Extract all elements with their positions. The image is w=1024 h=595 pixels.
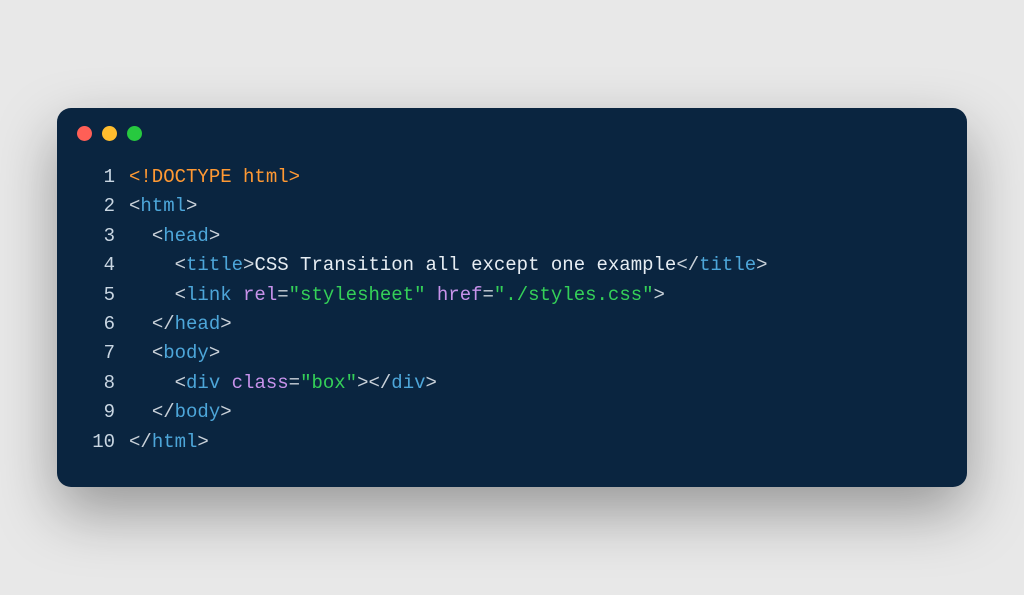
code-content[interactable]: <!DOCTYPE html> — [129, 163, 300, 192]
line-number: 6 — [79, 310, 115, 339]
token-attr: class — [232, 372, 289, 394]
token-punct: > — [220, 313, 231, 335]
token-tag: link — [186, 284, 232, 306]
token-attr: rel — [243, 284, 277, 306]
token-string: "./styles.css" — [494, 284, 654, 306]
token-tag: html — [140, 195, 186, 217]
line-number: 3 — [79, 222, 115, 251]
token-tag: title — [699, 254, 756, 276]
window-traffic-lights — [57, 108, 967, 151]
line-number: 4 — [79, 251, 115, 280]
line-number: 5 — [79, 281, 115, 310]
code-line[interactable]: 7 <body> — [79, 339, 945, 368]
code-line[interactable]: 4 <title>CSS Transition all except one e… — [79, 251, 945, 280]
token-tag: title — [186, 254, 243, 276]
token-punct: < — [175, 372, 186, 394]
token-punct: </ — [152, 313, 175, 335]
code-line[interactable]: 3 <head> — [79, 222, 945, 251]
code-editor-area[interactable]: 1<!DOCTYPE html>2<html>3 <head>4 <title>… — [57, 151, 967, 487]
token-punct: > — [209, 225, 220, 247]
maximize-icon[interactable] — [127, 126, 142, 141]
token-punct: </ — [152, 401, 175, 423]
token-punct: > — [243, 254, 254, 276]
line-number: 7 — [79, 339, 115, 368]
token-punct: > — [426, 372, 437, 394]
token-tag: html — [152, 431, 198, 453]
token-punct: > — [220, 401, 231, 423]
code-content[interactable]: <title>CSS Transition all except one exa… — [129, 251, 768, 280]
token-text — [129, 342, 152, 364]
code-line[interactable]: 10 </html> — [79, 428, 945, 457]
token-punct: < — [175, 284, 186, 306]
token-punct: > — [654, 284, 665, 306]
code-content[interactable]: </body> — [129, 398, 232, 427]
close-icon[interactable] — [77, 126, 92, 141]
code-line[interactable]: 6 </head> — [79, 310, 945, 339]
code-content[interactable]: <head> — [129, 222, 220, 251]
token-punct: ></ — [357, 372, 391, 394]
token-tag: div — [186, 372, 220, 394]
code-window: 1<!DOCTYPE html>2<html>3 <head>4 <title>… — [57, 108, 967, 487]
code-content[interactable]: <html> — [129, 192, 197, 221]
line-number: 8 — [79, 369, 115, 398]
token-attr: href — [437, 284, 483, 306]
token-tag: body — [175, 401, 221, 423]
token-text — [129, 401, 152, 423]
line-number: 10 — [79, 428, 115, 457]
token-text: CSS Transition all except one example — [254, 254, 676, 276]
code-content[interactable]: <div class="box"></div> — [129, 369, 437, 398]
token-text — [129, 284, 175, 306]
token-punct: < — [152, 225, 163, 247]
token-text — [425, 284, 436, 306]
line-number: 2 — [79, 192, 115, 221]
token-punct: < — [129, 195, 140, 217]
token-text — [129, 254, 175, 276]
token-tag: head — [163, 225, 209, 247]
line-number: 9 — [79, 398, 115, 427]
token-text — [129, 313, 152, 335]
token-string: "box" — [300, 372, 357, 394]
token-punct: < — [152, 342, 163, 364]
code-content[interactable]: <link rel="stylesheet" href="./styles.cs… — [129, 281, 665, 310]
token-text — [220, 372, 231, 394]
token-punct: = — [483, 284, 494, 306]
code-content[interactable]: </html> — [129, 428, 209, 457]
token-tag: head — [175, 313, 221, 335]
token-punct: </ — [676, 254, 699, 276]
code-line[interactable]: 5 <link rel="stylesheet" href="./styles.… — [79, 281, 945, 310]
token-doctype: <!DOCTYPE html> — [129, 166, 300, 188]
minimize-icon[interactable] — [102, 126, 117, 141]
token-punct: > — [209, 342, 220, 364]
token-punct: < — [175, 254, 186, 276]
token-punct: > — [197, 431, 208, 453]
token-text — [129, 372, 175, 394]
token-tag: body — [163, 342, 209, 364]
token-punct: > — [756, 254, 767, 276]
token-string: "stylesheet" — [289, 284, 426, 306]
token-punct: </ — [129, 431, 152, 453]
token-punct: > — [186, 195, 197, 217]
token-text — [232, 284, 243, 306]
code-content[interactable]: </head> — [129, 310, 232, 339]
token-punct: = — [289, 372, 300, 394]
token-tag: div — [391, 372, 425, 394]
token-punct: = — [277, 284, 288, 306]
code-line[interactable]: 8 <div class="box"></div> — [79, 369, 945, 398]
code-line[interactable]: 1 <!DOCTYPE html> — [79, 163, 945, 192]
code-line[interactable]: 2 <html> — [79, 192, 945, 221]
code-content[interactable]: <body> — [129, 339, 220, 368]
token-text — [129, 225, 152, 247]
code-line[interactable]: 9 </body> — [79, 398, 945, 427]
line-number: 1 — [79, 163, 115, 192]
